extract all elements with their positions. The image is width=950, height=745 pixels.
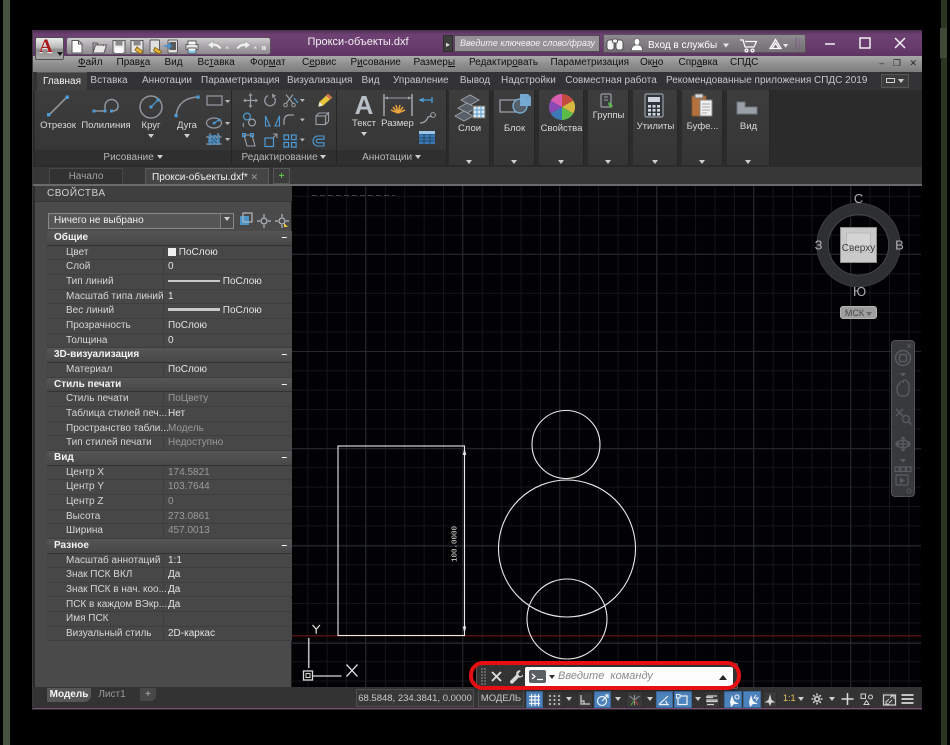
svg-text:Вход в службы: Вход в службы: [648, 39, 717, 51]
svg-text:Ю: Ю: [853, 284, 866, 299]
svg-text:С: С: [854, 191, 863, 206]
svg-text:В: В: [895, 238, 904, 253]
svg-text:З: З: [815, 238, 823, 253]
svg-text:Сверху: Сверху: [842, 243, 875, 254]
svg-text:100.0000: 100.0000: [452, 526, 460, 563]
